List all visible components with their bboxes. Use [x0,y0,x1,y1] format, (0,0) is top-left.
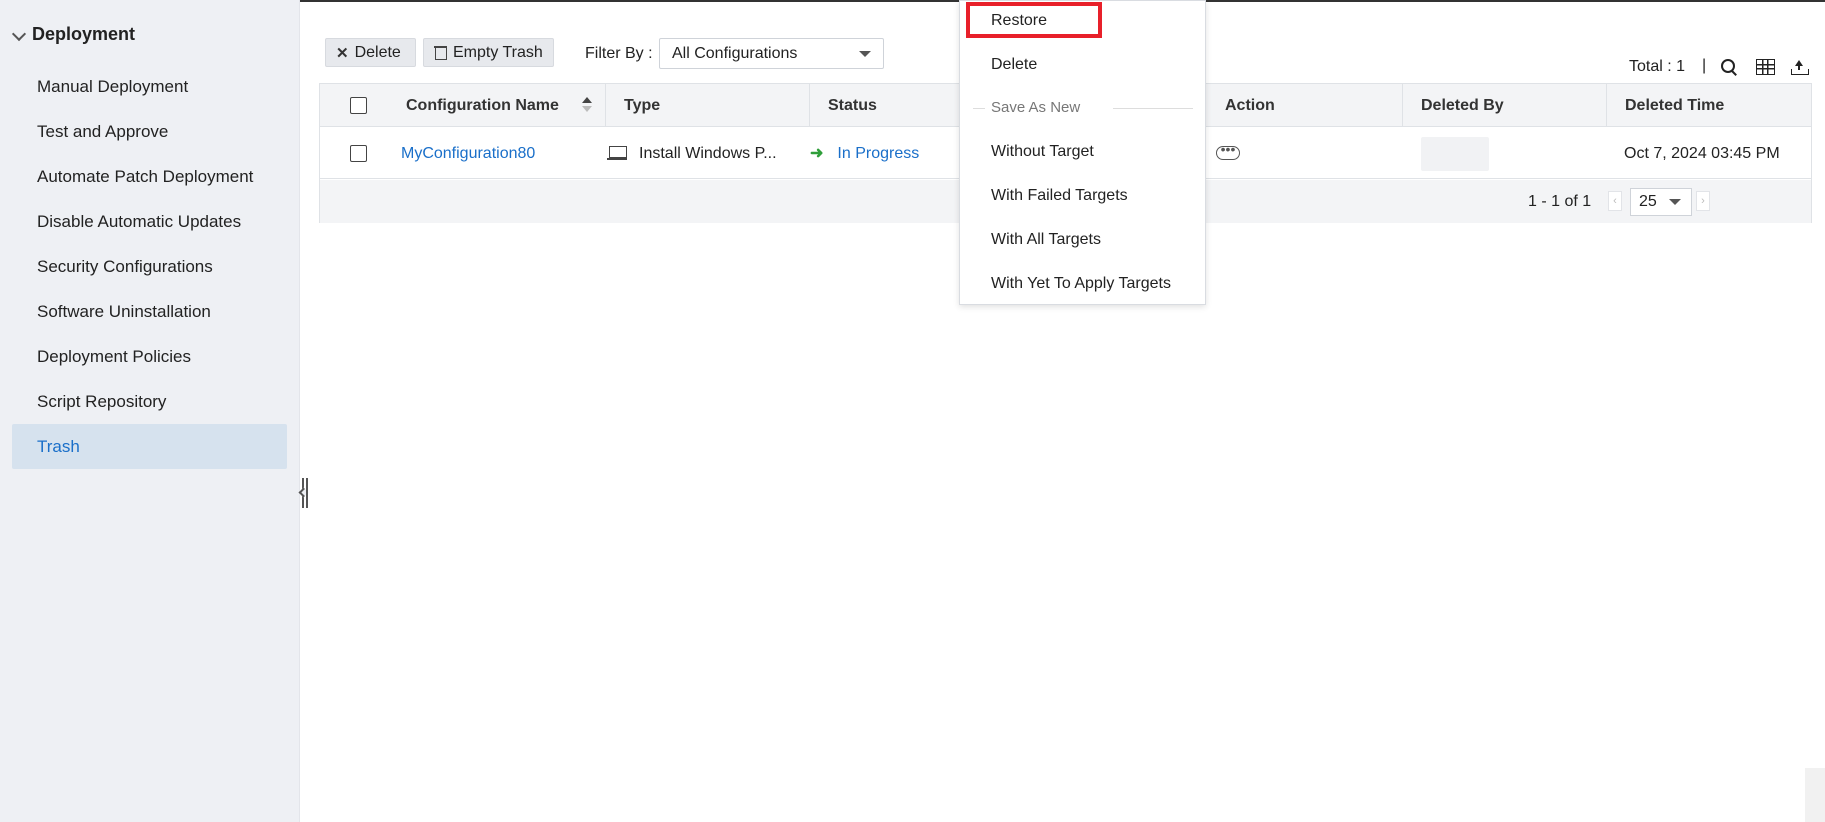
sidebar-item-security-configurations[interactable]: Security Configurations [12,244,287,289]
sidebar-item-software-uninstallation[interactable]: Software Uninstallation [12,289,287,334]
deleted-time-value: Oct 7, 2024 03:45 PM [1624,145,1780,162]
menu-item-delete[interactable]: Delete [991,56,1037,74]
column-header-label: Deleted By [1421,97,1504,114]
select-all-checkbox[interactable] [350,97,367,114]
column-header-label: Deleted Time [1625,97,1725,114]
column-header-label: Type [624,97,661,114]
export-icon-stem [1798,64,1800,70]
more-actions-icon[interactable]: ••• [1216,142,1240,160]
column-header-label: Action [1225,97,1275,114]
configuration-name-link[interactable]: MyConfiguration80 [401,128,535,179]
sort-icon[interactable] [581,95,593,115]
export-icon[interactable] [1791,58,1811,76]
menu-group-save-as-new: Save As New [991,99,1081,116]
sidebar-item-disable-automatic-updates[interactable]: Disable Automatic Updates [12,199,287,244]
search-icon[interactable] [1720,58,1740,76]
arrow-right-icon: ➜ [810,145,824,162]
next-page-button[interactable]: › [1696,191,1710,211]
sidebar-item-deployment-policies[interactable]: Deployment Policies [12,334,287,379]
laptop-icon [607,146,627,160]
chevron-down-icon [12,28,26,42]
column-chooser-icon[interactable] [1756,58,1776,76]
caret-down-icon [859,51,871,57]
collapse-arrow-icon [298,487,309,498]
delete-button-label: Delete [354,43,401,61]
prev-page-button[interactable]: ‹ [1608,191,1622,211]
close-icon: ✕ [336,44,349,62]
column-header-type[interactable]: Type [606,84,810,127]
column-header-label: Status [828,97,877,114]
column-header-configuration-name[interactable]: Configuration Name [388,84,606,127]
menu-item-restore[interactable]: Restore [991,12,1047,30]
sidebar-nav: Manual Deployment Test and Approve Autom… [12,64,287,469]
delete-button[interactable]: ✕ Delete [325,38,416,67]
action-menu: Restore Delete Save As New Without Targe… [959,0,1206,305]
sidebar-item-manual-deployment[interactable]: Manual Deployment [12,64,287,109]
column-header-deleted-by[interactable]: Deleted By [1403,84,1607,127]
type-value: Install Windows P... [639,145,777,162]
sidebar-collapse-handle[interactable] [298,478,310,508]
menu-item-with-yet-to-apply-targets[interactable]: With Yet To Apply Targets [991,275,1171,293]
trash-icon [434,45,447,60]
filter-value: All Configurations [672,45,798,62]
empty-trash-button-label: Empty Trash [453,43,543,61]
empty-trash-button[interactable]: Empty Trash [423,38,554,67]
row-checkbox[interactable] [350,145,367,162]
scrollbar[interactable] [1805,768,1825,822]
column-header-deleted-time[interactable]: Deleted Time [1607,84,1813,127]
status-value[interactable]: In Progress [837,145,919,162]
page-size-value: 25 [1639,193,1657,210]
sidebar-section-deployment[interactable]: Deployment [12,24,135,45]
sidebar-item-automate-patch-deployment[interactable]: Automate Patch Deployment [12,154,287,199]
total-count: Total : 1 [1629,58,1686,75]
filter-label: Filter By : [585,45,653,62]
toolbar-separator: | [1702,57,1707,74]
page-size-select[interactable]: 25 [1630,188,1692,216]
sidebar-item-test-and-approve[interactable]: Test and Approve [12,109,287,154]
column-header-label: Configuration Name [406,97,559,114]
type-cell: Install Windows P... [607,128,777,179]
caret-down-icon [1669,199,1681,205]
status-cell: ➜ In Progress [810,128,919,179]
column-header-status[interactable]: Status [810,84,980,127]
deleted-by-value [1421,137,1489,171]
sidebar: Deployment Manual Deployment Test and Ap… [0,0,300,822]
menu-item-without-target[interactable]: Without Target [991,143,1094,161]
menu-item-with-all-targets[interactable]: With All Targets [991,231,1101,249]
column-header-action: Action [1207,84,1403,127]
sidebar-title: Deployment [32,24,136,44]
menu-divider [1113,108,1193,109]
filter-select[interactable]: All Configurations [659,38,884,69]
sidebar-item-script-repository[interactable]: Script Repository [12,379,287,424]
pagination-range: 1 - 1 of 1 [1528,193,1592,210]
menu-divider [973,108,985,109]
sidebar-item-trash[interactable]: Trash [12,424,287,469]
menu-item-with-failed-targets[interactable]: With Failed Targets [991,187,1128,205]
